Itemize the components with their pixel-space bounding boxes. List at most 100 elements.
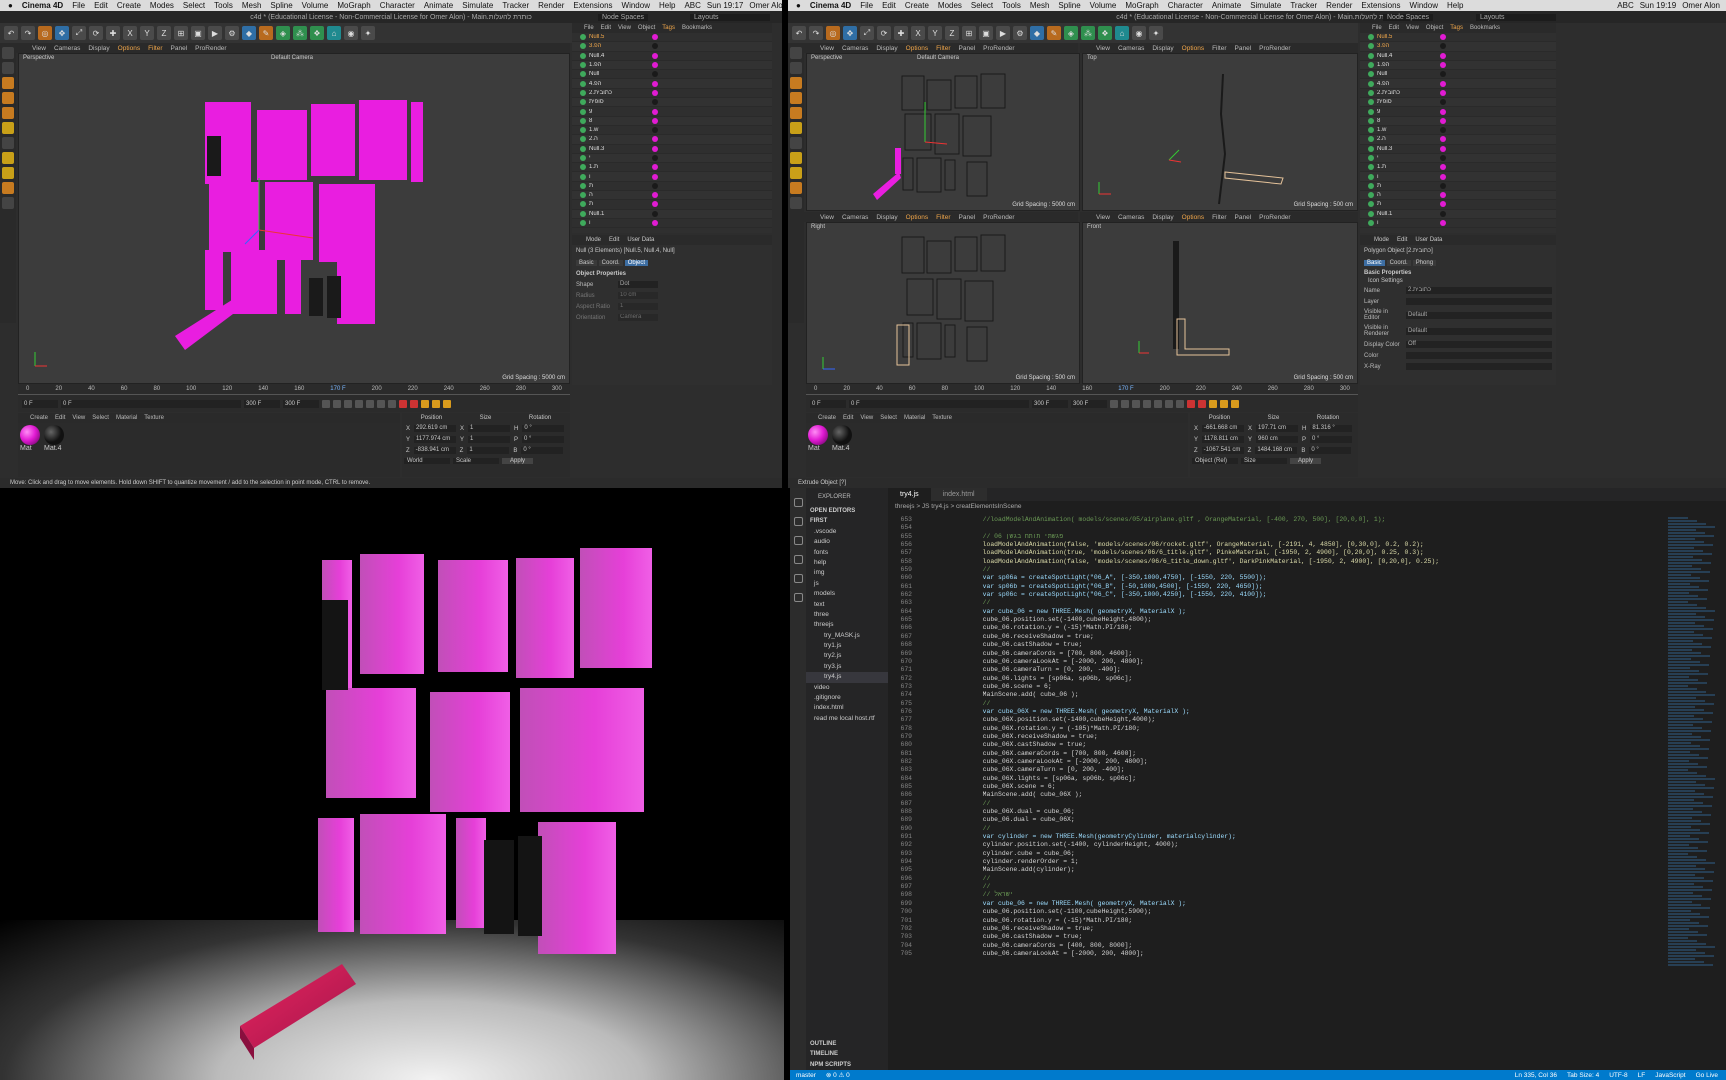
object-row[interactable]: Null.3 [1360, 145, 1556, 154]
z-axis-icon[interactable]: Z [945, 26, 959, 40]
material-tag-icon[interactable] [1440, 145, 1446, 152]
file-tree-item[interactable]: fonts [806, 548, 888, 558]
vp-menu-cameras[interactable]: Cameras [1118, 214, 1144, 221]
obj-menu-bookmarks[interactable]: Bookmarks [1470, 25, 1500, 31]
menu-animate[interactable]: Animate [1212, 1, 1241, 10]
viewport-perspective[interactable]: Perspective Default Camera Grid Spacing … [806, 53, 1080, 211]
remote-icon[interactable] [793, 593, 803, 602]
go-start-icon[interactable] [1110, 400, 1118, 408]
material-swatch[interactable]: Mat.4 [832, 425, 852, 452]
frame-end-field[interactable]: 300 F [244, 400, 280, 408]
coord-value-field[interactable]: 292.619 cm [414, 425, 457, 432]
vp-menu-display[interactable]: Display [88, 45, 109, 52]
autokey-icon[interactable] [1198, 400, 1206, 408]
mode-edges-icon[interactable] [790, 92, 802, 104]
apply-button[interactable]: Apply [502, 458, 534, 464]
z-axis-icon[interactable]: Z [157, 26, 171, 40]
apple-icon[interactable]: ● [796, 1, 801, 10]
camera-icon[interactable]: ◉ [1132, 26, 1146, 40]
frame-end2-field[interactable]: 300 F [283, 400, 319, 408]
frame-current-field[interactable]: 0 F [849, 400, 1029, 408]
key-scale-icon[interactable] [1220, 400, 1228, 408]
code-line[interactable]: 684 cube_06X.lights = [sp06a, sp06b, sp0… [888, 775, 1666, 783]
code-line[interactable]: 671 cube_06.cameraTurn = [0, 200, -400]; [888, 666, 1666, 674]
code-line[interactable]: 694 cylinder.renderOrder = 1; [888, 858, 1666, 866]
next-key-icon[interactable] [377, 400, 385, 408]
menu-help[interactable]: Help [659, 1, 675, 10]
file-tree-item[interactable]: img [806, 568, 888, 578]
menu-character[interactable]: Character [1168, 1, 1203, 10]
pen-icon[interactable]: ✎ [259, 26, 273, 40]
attr-value[interactable]: 2.כתובית [1406, 287, 1552, 294]
vp-menu-cameras[interactable]: Cameras [1118, 45, 1144, 52]
file-tree-item[interactable]: js [806, 579, 888, 589]
code-line[interactable]: 664 var cube_06 = new THREE.Mesh( geomet… [888, 608, 1666, 616]
mat-menu-material[interactable]: Material [116, 415, 137, 421]
frame-end-field[interactable]: 300 F [1032, 400, 1068, 408]
material-tag-icon[interactable] [652, 182, 658, 189]
material-tag-icon[interactable] [652, 210, 658, 217]
coord-mode-dropdown[interactable]: Object (Rel) [1192, 458, 1238, 464]
material-tag-icon[interactable] [1440, 155, 1446, 161]
object-row[interactable]: ו [572, 172, 772, 182]
mat-menu-select[interactable]: Select [880, 415, 897, 421]
obj-menu-view[interactable]: View [1406, 25, 1419, 31]
code-line[interactable]: 663 // [888, 599, 1666, 607]
mat-menu-create[interactable]: Create [818, 415, 836, 421]
attr-tab-phong[interactable]: Phong [1412, 260, 1437, 266]
render-view-icon[interactable]: ▣ [191, 26, 205, 40]
scale-icon[interactable]: ⤢ [72, 26, 86, 40]
layouts-dropdown[interactable]: Layouts [690, 13, 770, 21]
menu-tools[interactable]: Tools [214, 1, 233, 10]
material-tag-icon[interactable] [652, 71, 658, 78]
attr-menu-mode[interactable]: Mode [586, 237, 601, 243]
file-tree-item[interactable]: try2.js [806, 651, 888, 661]
code-line[interactable]: 682 cube_06X.cameraLookAt = [-2000, 200,… [888, 758, 1666, 766]
vp-menu-panel[interactable]: Panel [1235, 45, 1252, 52]
attr-row[interactable]: Layer [1360, 296, 1556, 307]
search-icon[interactable] [793, 517, 803, 526]
code-line[interactable]: 668 cube_06.castShadow = true; [888, 641, 1666, 649]
menu-character[interactable]: Character [380, 1, 415, 10]
file-tree-item[interactable]: try1.js [806, 641, 888, 651]
tab-size[interactable]: Tab Size: 4 [1567, 1072, 1599, 1079]
layouts-dropdown[interactable]: Layouts [1476, 13, 1556, 21]
attr-row[interactable]: Visible in Editor Default [1360, 307, 1556, 323]
code-line[interactable]: 693 cylinder.cube = cube_06; [888, 850, 1666, 858]
menu-simulate[interactable]: Simulate [1250, 1, 1281, 10]
language-mode[interactable]: JavaScript [1655, 1072, 1685, 1079]
code-line[interactable]: 666 cube_06.rotation.y = (-15)*Math.PI/1… [888, 624, 1666, 632]
material-tag-icon[interactable] [652, 192, 658, 199]
mat-menu-material[interactable]: Material [904, 415, 925, 421]
ruler-playhead[interactable]: 170 F [1118, 386, 1133, 394]
code-line[interactable]: 662 var sp06c = createSpotLight("06_C", … [888, 591, 1666, 599]
attr-menu-edit[interactable]: Edit [1397, 237, 1407, 243]
recent-icon[interactable]: ✚ [894, 26, 908, 40]
file-tree-item[interactable]: text [806, 600, 888, 610]
menu-volume[interactable]: Volume [1090, 1, 1117, 10]
go-end-icon[interactable] [388, 400, 396, 408]
material-tag-icon[interactable] [652, 155, 658, 161]
code-line[interactable]: 653 //loadModelAndAnimation( models/scen… [888, 516, 1666, 524]
prev-key-icon[interactable] [333, 400, 341, 408]
key-rot-icon[interactable] [1231, 400, 1239, 408]
menu-render[interactable]: Render [538, 1, 564, 10]
snap-icon[interactable] [2, 152, 14, 164]
attr-menu-edit[interactable]: Edit [609, 237, 619, 243]
code-view[interactable]: 653 //loadModelAndAnimation( models/scen… [888, 516, 1666, 1070]
cursor-position[interactable]: Ln 335, Col 36 [1515, 1072, 1557, 1079]
object-row[interactable]: Null.1 [572, 209, 772, 219]
code-line[interactable]: 658 loadModelAndAnimation(false, 'models… [888, 558, 1666, 566]
coord-value-field[interactable]: 1 [468, 436, 511, 443]
file-tree-item[interactable]: read me local host.rtf [806, 714, 888, 724]
mode-polygons-icon[interactable] [2, 107, 14, 119]
code-line[interactable]: 700 cube_06.position.set(-1100,cubeHeigh… [888, 908, 1666, 916]
material-tag-icon[interactable] [652, 117, 658, 124]
code-line[interactable]: 661 var sp06b = createSpotLight("06_B", … [888, 583, 1666, 591]
vp-menu-panel[interactable]: Panel [959, 214, 976, 221]
vp-menu-filter[interactable]: Filter [1212, 214, 1226, 221]
lock-icon[interactable] [790, 197, 802, 209]
key-pos-icon[interactable] [421, 400, 429, 408]
breadcrumb[interactable]: threejs > JS try4.js > creatElementsInSc… [888, 501, 1726, 512]
mode-texture-icon[interactable] [790, 62, 802, 74]
